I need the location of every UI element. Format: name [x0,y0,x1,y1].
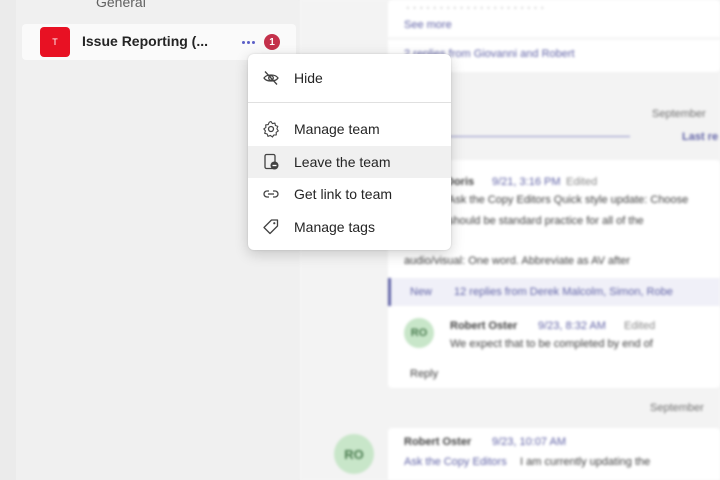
avatar: RO [404,318,434,348]
more-options-icon[interactable] [238,32,258,52]
link-icon [263,190,279,198]
leave-team-icon [264,153,279,170]
last-read-label: Last re [682,131,719,143]
see-more-link[interactable]: See more [404,19,452,31]
menu-item-manage-tags[interactable]: Manage tags [248,211,451,243]
team-context-menu: Hide Manage team Leave the team Get link… [248,54,451,250]
gear-icon [263,120,279,138]
message-card: Robert Oster 9/23, 10:07 AM Ask the Copy… [388,428,720,480]
menu-divider [248,102,451,103]
replies-link[interactable]: 12 replies from Derek Malcolm, Simon, Ro… [454,286,673,298]
eye-off-icon [263,71,279,85]
app-rail [0,0,16,480]
reply-button[interactable]: Reply [410,368,438,380]
menu-item-hide[interactable]: Hide [248,62,451,94]
menu-item-leave-team[interactable]: Leave the team [248,146,451,178]
team-avatar: T [40,27,70,57]
date-separator: September [650,402,704,414]
menu-item-manage-team[interactable]: Manage team [248,113,451,145]
date-separator: September [652,108,706,120]
team-name: Issue Reporting (... [82,33,209,49]
menu-item-get-link[interactable]: Get link to team [248,178,451,210]
tag-icon [263,219,279,235]
channel-item-general[interactable]: General [96,0,146,10]
avatar: RO [334,434,374,474]
notification-badge: 1 [264,34,280,50]
